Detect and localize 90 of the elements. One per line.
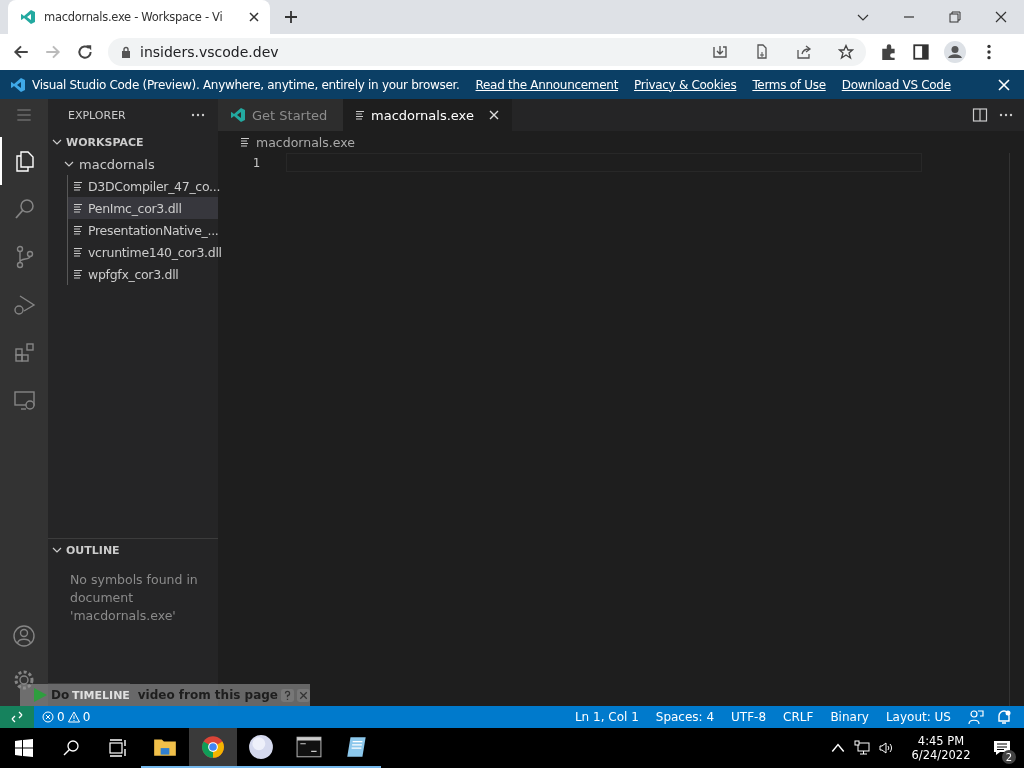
sidebar-title: EXPLORER: [68, 108, 126, 122]
status-item[interactable]: Binary: [830, 710, 869, 724]
banner-link[interactable]: Privacy & Cookies: [634, 77, 737, 92]
tab-title: macdornals.exe - Workspace - Vi: [44, 10, 224, 24]
files-icon: [13, 149, 37, 173]
file-lines-icon: [73, 247, 83, 257]
side-panel-icon[interactable]: [912, 43, 930, 61]
share-icon[interactable]: [796, 44, 812, 60]
chrome-icon: [200, 734, 226, 760]
outline-message: No symbols found in document 'macdornals.exe': [69, 571, 199, 625]
vscode-logo-icon: [230, 107, 246, 123]
file-item[interactable]: PresentationNative_...: [68, 219, 218, 241]
lock-icon: [120, 46, 132, 58]
star-icon[interactable]: [838, 44, 854, 60]
workspace-section-header[interactable]: WORKSPACE: [48, 131, 218, 153]
search-icon[interactable]: [61, 738, 81, 758]
close-icon[interactable]: [994, 10, 1008, 24]
file-lines-icon: [73, 269, 83, 279]
chrome-taskbar-button[interactable]: [189, 728, 237, 768]
network-icon[interactable]: [854, 740, 870, 756]
status-item[interactable]: Spaces: 4: [655, 710, 715, 724]
outline-section-header[interactable]: OUTLINE: [48, 538, 218, 561]
task-view-icon[interactable]: [108, 738, 128, 758]
notification-count: 2: [1002, 750, 1016, 764]
volume-icon[interactable]: [878, 740, 894, 756]
clock[interactable]: 4:45 PM 6/24/2022: [902, 734, 980, 762]
popup-text: video from this page: [137, 688, 278, 702]
sphere-icon: [248, 734, 274, 760]
file-lines-icon: [240, 137, 250, 147]
problems-indicator[interactable]: 0 0: [34, 710, 99, 724]
editor-tab[interactable]: macdornals.exe: [343, 99, 512, 131]
status-item[interactable]: UTF-8: [731, 710, 767, 724]
remote-icon: [11, 711, 23, 723]
account-icon[interactable]: [12, 624, 36, 648]
file-lines-icon: [73, 181, 83, 191]
blocks-icon: [13, 341, 37, 365]
file-item[interactable]: D3DCompiler_47_co...: [68, 175, 218, 197]
folder-item[interactable]: macdornals: [48, 153, 218, 175]
file-name: PresentationNative_...: [88, 222, 219, 238]
chevron-icon: [64, 159, 74, 169]
file-item[interactable]: PenImc_cor3.dll: [68, 197, 218, 219]
vscode-logo-icon: [20, 9, 36, 25]
profile-icon[interactable]: [944, 41, 966, 63]
close-icon[interactable]: [487, 109, 500, 121]
file-lines-icon: [355, 110, 365, 120]
file-name: wpfgfx_cor3.dll: [88, 266, 179, 282]
new-tab-icon[interactable]: [284, 10, 298, 24]
start-icon[interactable]: [14, 738, 34, 758]
banner-link[interactable]: Download VS Code: [841, 77, 951, 92]
file-lines-icon: [73, 225, 83, 235]
file-name: vcruntime140_cor3.dll: [88, 244, 222, 260]
browser-tab[interactable]: macdornals.exe - Workspace - Vi: [8, 0, 270, 34]
help-icon[interactable]: [281, 688, 294, 702]
bell-icon[interactable]: [996, 709, 1012, 725]
breadcrumb[interactable]: macdornals.exe: [256, 134, 355, 150]
address-bar[interactable]: insiders.vscode.dev: [108, 38, 866, 66]
banner-link[interactable]: Read the Announcement: [475, 77, 619, 92]
split-editor-icon[interactable]: [972, 107, 988, 123]
file-name: D3DCompiler_47_co...: [88, 178, 221, 194]
close-icon[interactable]: [248, 11, 260, 23]
reload-icon[interactable]: [76, 43, 94, 61]
chevron-icon: [52, 545, 62, 555]
error-icon: [42, 711, 54, 723]
warning-icon: [67, 711, 80, 723]
chevron-icon: [52, 137, 62, 147]
banner-text: Visual Studio Code (Preview). Anywhere, anytime, entirely in your browser.: [32, 77, 460, 92]
back-icon[interactable]: [12, 43, 30, 61]
restore-icon[interactable]: [948, 10, 962, 24]
settings-icon[interactable]: [12, 668, 36, 692]
document-icon[interactable]: [754, 44, 770, 60]
puzzle-icon[interactable]: [880, 43, 898, 61]
vscode-logo-icon: [10, 76, 26, 93]
folder-name: macdornals: [79, 156, 155, 172]
editor-tab[interactable]: Get Started: [218, 99, 343, 131]
status-item[interactable]: Ln 1, Col 1: [574, 710, 639, 724]
monitor-icon: [13, 389, 37, 413]
banner-link[interactable]: Terms of Use: [752, 77, 826, 92]
feedback-icon[interactable]: [968, 709, 984, 725]
status-item[interactable]: Layout: US: [885, 710, 951, 724]
line-number: 1: [251, 155, 260, 170]
install-icon[interactable]: [712, 44, 728, 60]
file-lines-icon: [73, 203, 83, 213]
file-item[interactable]: wpfgfx_cor3.dll: [68, 263, 218, 285]
file-name: PenImc_cor3.dll: [88, 200, 182, 216]
terminal-icon: [296, 734, 322, 760]
search-icon: [13, 197, 37, 221]
status-item[interactable]: CRLF: [783, 710, 814, 724]
run-debug-icon: [13, 293, 37, 317]
url-text: insiders.vscode.dev: [140, 44, 279, 60]
popup-text: Do: [51, 688, 70, 702]
